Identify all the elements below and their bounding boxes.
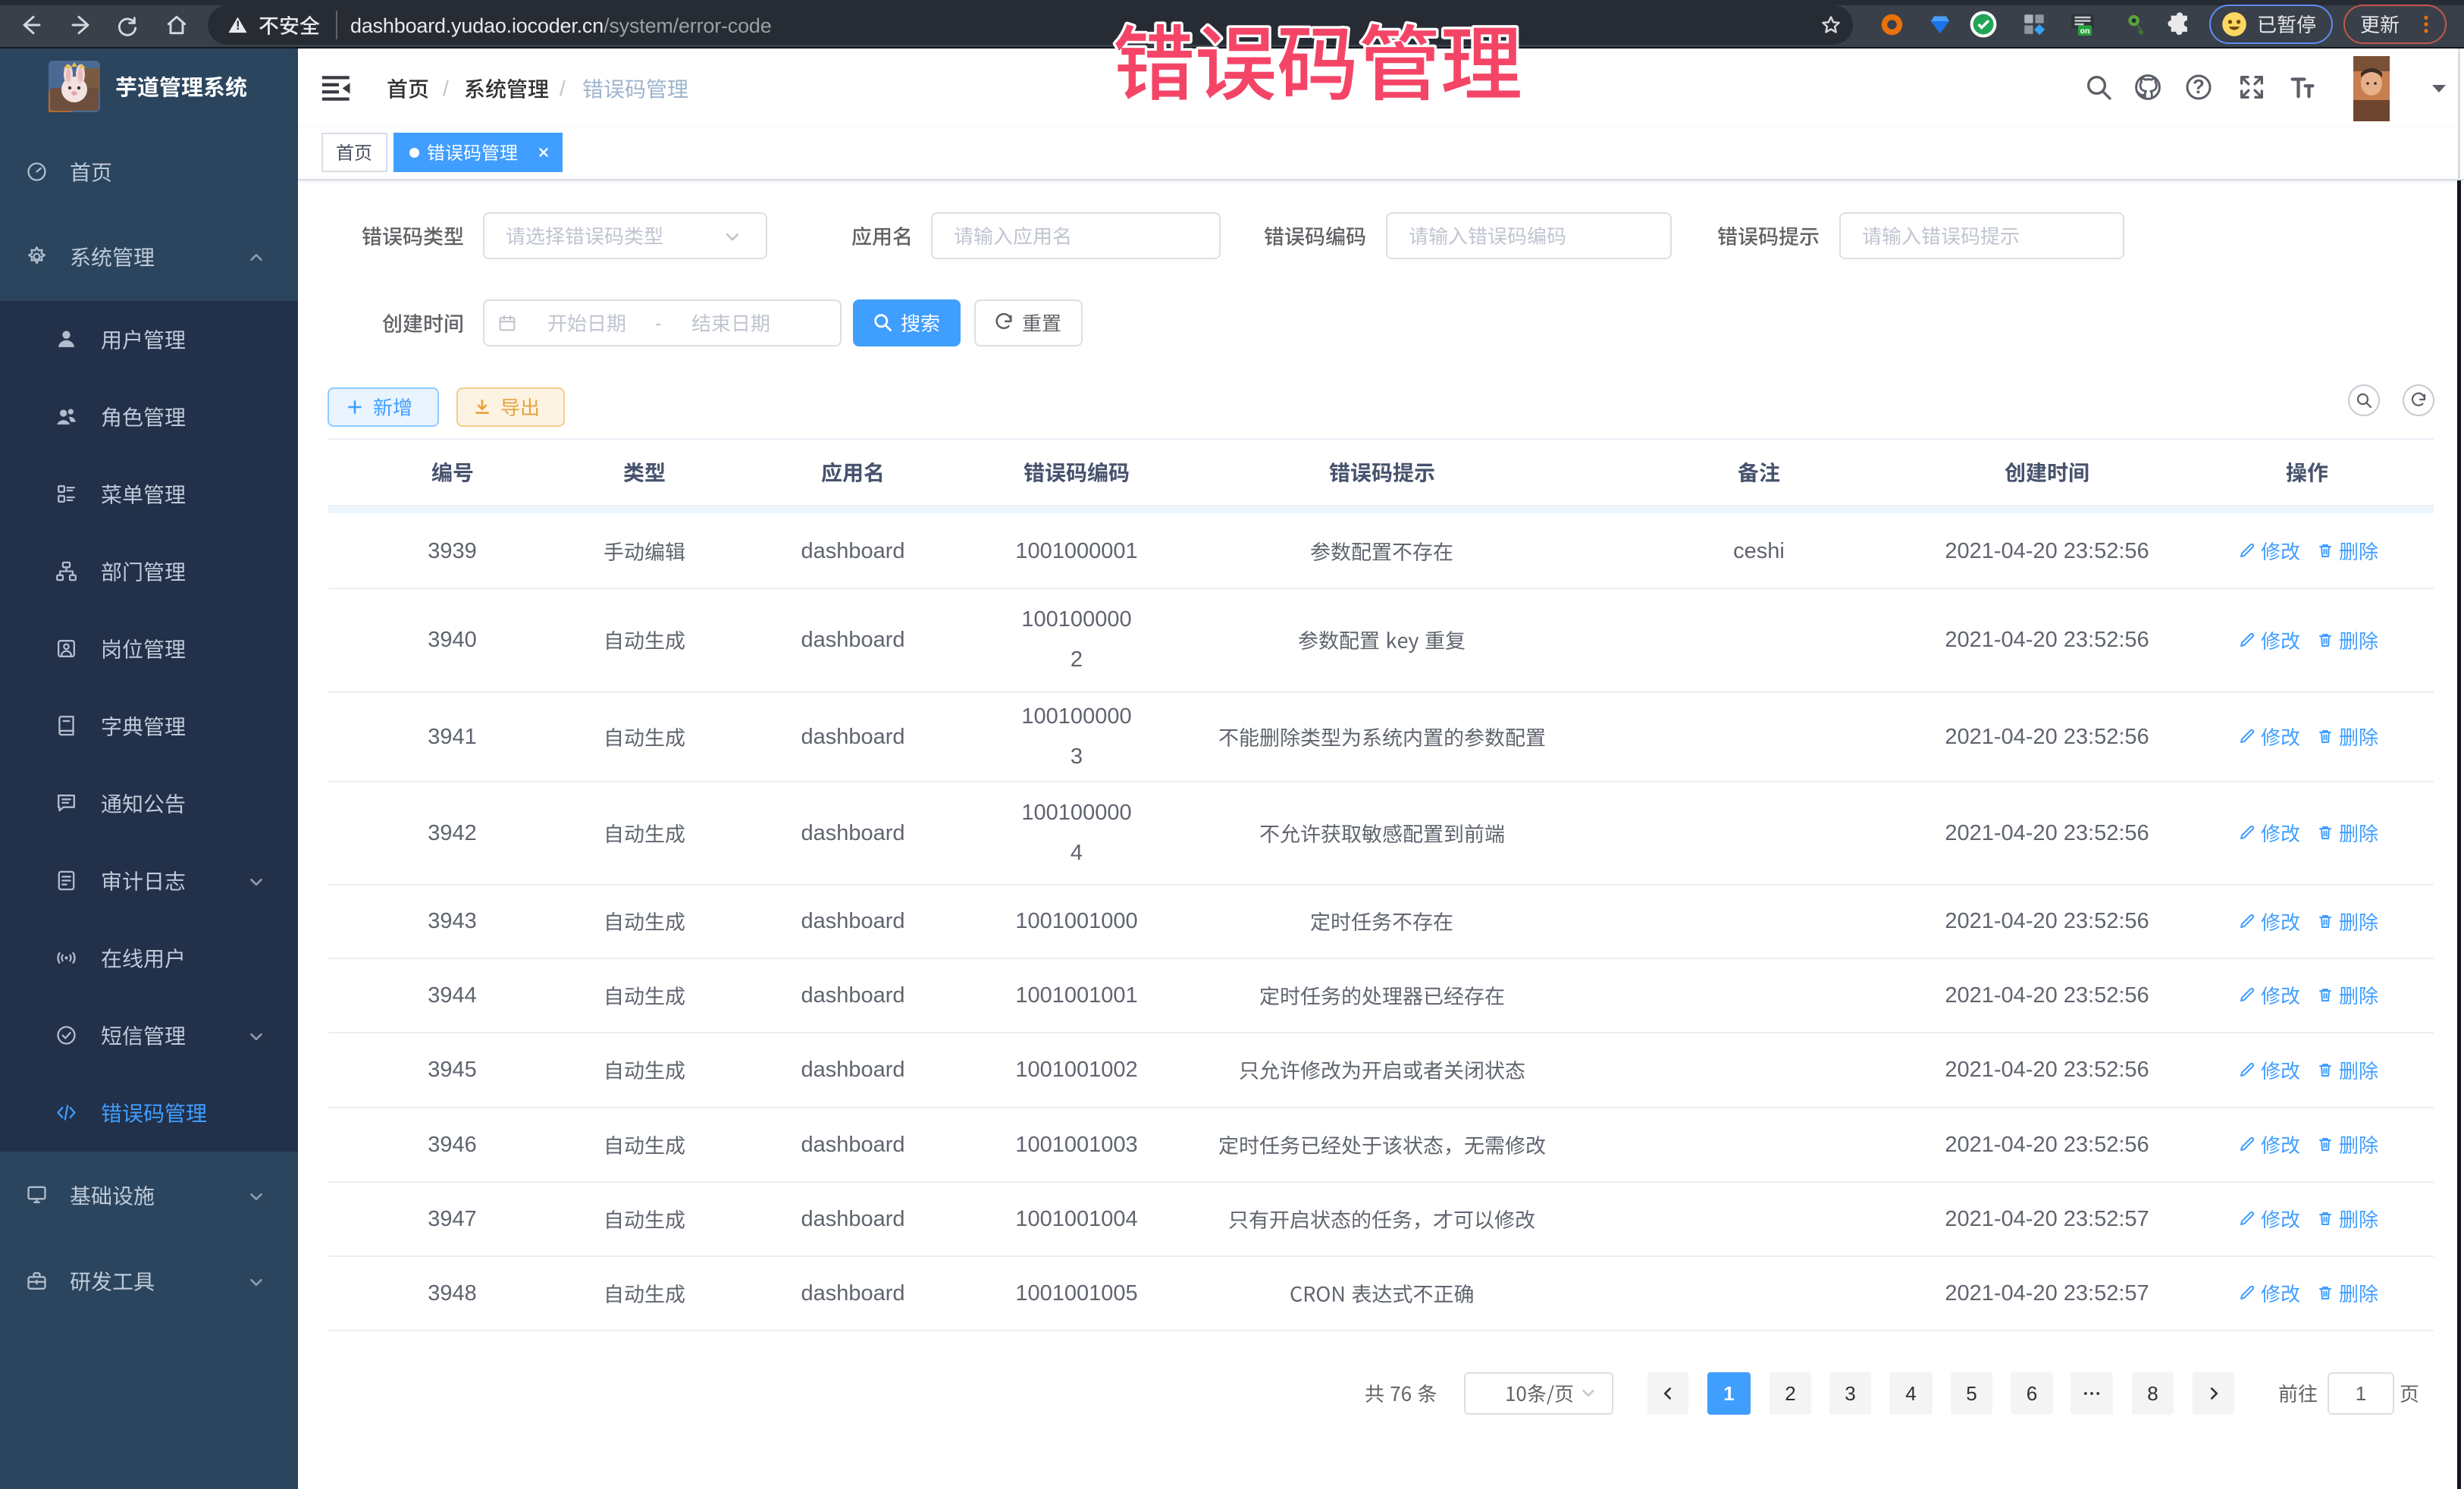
svg-text:on: on (2080, 27, 2090, 36)
